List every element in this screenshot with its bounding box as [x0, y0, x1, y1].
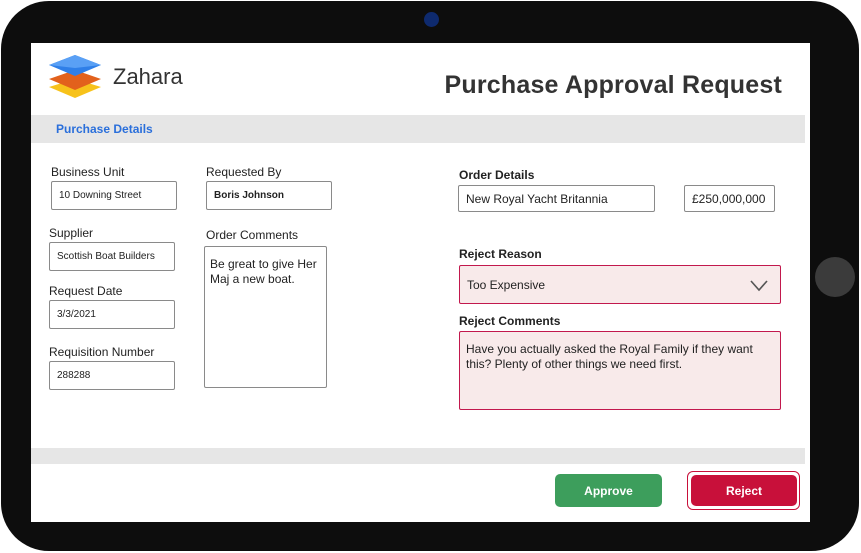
camera-icon — [424, 12, 439, 27]
order-amount-field[interactable]: £250,000,000 — [684, 185, 775, 212]
supplier-label: Supplier — [49, 226, 94, 240]
requested-by-field[interactable]: Boris Johnson — [206, 181, 332, 210]
order-comments-field[interactable]: Be great to give Her Maj a new boat. — [204, 246, 327, 388]
tablet-frame: Zahara Purchase Approval Request Purchas… — [1, 1, 859, 551]
page-title: Purchase Approval Request — [444, 71, 782, 99]
reject-button[interactable]: Reject — [691, 475, 797, 506]
reject-comments-label: Reject Comments — [459, 314, 561, 328]
request-date-field[interactable]: 3/3/2021 — [49, 300, 175, 329]
reject-reason-value: Too Expensive — [467, 277, 546, 292]
section-header-bar: Purchase Details — [31, 115, 805, 143]
zahara-logo-icon — [49, 55, 101, 98]
business-unit-label: Business Unit — [51, 165, 125, 179]
order-comments-label: Order Comments — [206, 228, 299, 242]
reject-reason-dropdown[interactable]: Too Expensive — [459, 265, 781, 304]
requisition-number-label: Requisition Number — [49, 345, 155, 359]
home-button[interactable] — [815, 257, 855, 297]
supplier-field[interactable]: Scottish Boat Builders — [49, 242, 175, 271]
reject-reason-label: Reject Reason — [459, 247, 542, 261]
request-date-label: Request Date — [49, 284, 123, 298]
app-screen: Zahara Purchase Approval Request Purchas… — [31, 43, 810, 522]
order-item-field[interactable]: New Royal Yacht Britannia — [458, 185, 655, 212]
approve-button[interactable]: Approve — [555, 474, 662, 507]
brand-name: Zahara — [113, 64, 183, 89]
requested-by-label: Requested By — [206, 165, 282, 179]
requisition-number-field[interactable]: 288288 — [49, 361, 175, 390]
footer-divider-bar — [31, 448, 805, 464]
business-unit-field[interactable]: 10 Downing Street — [51, 181, 177, 210]
reject-comments-field[interactable]: Have you actually asked the Royal Family… — [459, 331, 781, 410]
order-details-label: Order Details — [459, 168, 535, 182]
chevron-down-icon[interactable] — [750, 280, 768, 292]
section-header: Purchase Details — [56, 122, 153, 136]
